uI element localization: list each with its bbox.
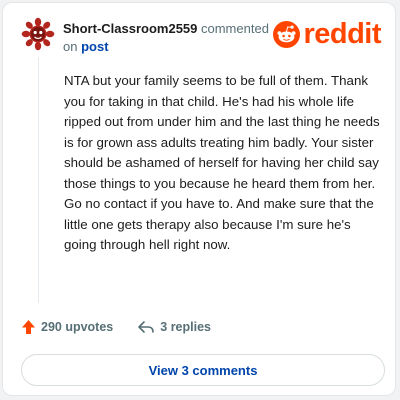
reply-arrow-icon xyxy=(138,321,155,333)
reddit-snoo-icon xyxy=(273,20,301,48)
comment-header: Short-Classroom2559 commented on post xyxy=(63,20,269,56)
view-comments-button[interactable]: View 3 comments xyxy=(21,354,385,386)
comment-body: NTA but your family seems to be full of … xyxy=(64,73,380,252)
replies-count: 3 replies xyxy=(160,320,211,334)
post-link[interactable]: post xyxy=(81,39,108,54)
replies-button[interactable]: 3 replies xyxy=(137,320,211,334)
comment-card: Short-Classroom2559 commented on post re… xyxy=(2,2,396,396)
username-link[interactable]: Short-Classroom2559 xyxy=(63,21,197,36)
upvote-arrow-icon xyxy=(22,320,35,334)
upvotes-count: 290 upvotes xyxy=(41,320,114,334)
reddit-logo: reddit xyxy=(273,19,381,49)
reddit-wordmark: reddit xyxy=(303,18,381,50)
comment-actions: 290 upvotes 3 replies xyxy=(21,319,211,335)
thread-line xyxy=(38,57,39,303)
action-text: commented xyxy=(197,21,269,36)
upvote-button[interactable]: 290 upvotes xyxy=(21,319,113,335)
avatar[interactable] xyxy=(21,17,55,51)
preposition-text: on xyxy=(63,39,82,54)
